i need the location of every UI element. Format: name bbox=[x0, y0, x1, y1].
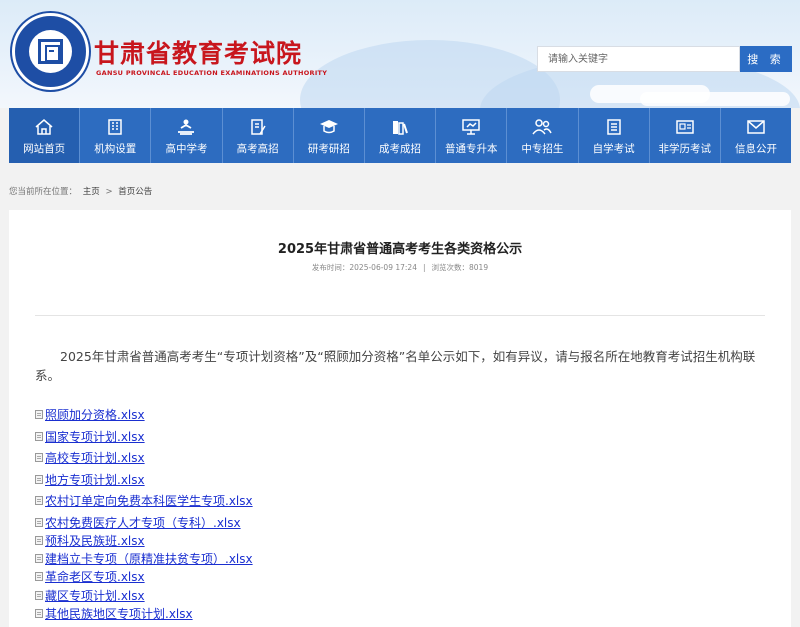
nav-item-organization[interactable]: 机构设置 bbox=[80, 108, 151, 163]
nav-item-label: 成考成招 bbox=[379, 141, 421, 156]
search-input[interactable] bbox=[537, 46, 740, 72]
document-pen-icon bbox=[248, 118, 268, 136]
nav-item-label: 自学考试 bbox=[593, 141, 635, 156]
file-icon bbox=[35, 410, 43, 419]
nav-item-label: 机构设置 bbox=[94, 141, 136, 156]
attachment-item: 农村订单定向免费本科医学生专项.xlsx bbox=[35, 492, 253, 509]
attachment-item: 预科及民族班.xlsx bbox=[35, 532, 145, 549]
article-title: 2025年甘肃省普通高考考生各类资格公示 bbox=[9, 238, 791, 257]
attachment-link[interactable]: 地方专项计划.xlsx bbox=[45, 471, 145, 488]
nav-item-gaokao[interactable]: 高考高招 bbox=[223, 108, 294, 163]
attachment-item: 高校专项计划.xlsx bbox=[35, 449, 145, 466]
notebook-icon bbox=[604, 118, 624, 136]
search-button[interactable]: 搜 索 bbox=[740, 46, 792, 72]
classroom-icon bbox=[461, 118, 481, 136]
file-icon bbox=[35, 453, 43, 462]
attachment-link[interactable]: 农村订单定向免费本科医学生专项.xlsx bbox=[45, 492, 253, 509]
attachment-link[interactable]: 照顾加分资格.xlsx bbox=[45, 406, 145, 423]
file-icon bbox=[35, 432, 43, 441]
file-icon bbox=[35, 609, 43, 618]
nav-item-label: 高中学考 bbox=[165, 141, 207, 156]
main-nav: 网站首页 机构设置 高中学考 高考高招 研考研招 成考成招 普通专升本 中专招生… bbox=[9, 108, 791, 163]
attachment-item: 其他民族地区专项计划.xlsx bbox=[35, 605, 193, 622]
attachment-link[interactable]: 革命老区专项.xlsx bbox=[45, 568, 145, 585]
nav-item-label: 普通专升本 bbox=[445, 141, 498, 156]
view-count: 8019 bbox=[469, 263, 488, 272]
books-icon bbox=[390, 118, 410, 136]
article-meta: 发布时间：2025-06-09 17:24 | 浏览次数：8019 bbox=[9, 262, 791, 273]
publish-time: 2025-06-09 17:24 bbox=[349, 263, 417, 272]
people-icon bbox=[532, 118, 552, 136]
publish-time-label: 发布时间： bbox=[312, 263, 350, 272]
nav-item-label: 高考高招 bbox=[237, 141, 279, 156]
site-header: 甘肃省教育考试院 GANSU PROVINCAL EDUCATION EXAMI… bbox=[0, 0, 800, 108]
site-logo[interactable] bbox=[12, 13, 89, 90]
home-icon bbox=[34, 118, 54, 136]
breadcrumb-announcements-link[interactable]: 首页公告 bbox=[118, 187, 152, 197]
nav-item-upgrade-exam[interactable]: 普通专升本 bbox=[436, 108, 507, 163]
attachment-link[interactable]: 农村免费医疗人才专项（专科）.xlsx bbox=[45, 514, 241, 531]
nav-item-adult-exam[interactable]: 成考成招 bbox=[365, 108, 436, 163]
file-icon bbox=[35, 496, 43, 505]
article-body: 2025年甘肃省普通高考考生“专项计划资格”及“照顾加分资格”名单公示如下，如有… bbox=[35, 347, 777, 385]
nav-item-high-school-exam[interactable]: 高中学考 bbox=[151, 108, 222, 163]
title-divider bbox=[35, 315, 765, 316]
file-icon bbox=[35, 518, 43, 527]
breadcrumb: 您当前所在位置： 主页 > 首页公告 bbox=[9, 185, 155, 197]
site-subtitle: GANSU PROVINCAL EDUCATION EXAMINATIONS A… bbox=[96, 69, 327, 77]
file-icon bbox=[35, 591, 43, 600]
file-icon bbox=[35, 554, 43, 563]
certificate-icon bbox=[675, 118, 695, 136]
file-icon bbox=[35, 475, 43, 484]
study-desk-icon bbox=[176, 118, 196, 136]
attachment-link[interactable]: 建档立卡专项（原精准扶贫专项）.xlsx bbox=[45, 550, 253, 567]
nav-item-label: 网站首页 bbox=[23, 141, 65, 156]
attachment-item: 革命老区专项.xlsx bbox=[35, 568, 145, 585]
seal-emblem-icon bbox=[38, 39, 63, 64]
attachment-item: 农村免费医疗人才专项（专科）.xlsx bbox=[35, 514, 241, 531]
attachment-link[interactable]: 预科及民族班.xlsx bbox=[45, 532, 145, 549]
view-count-label: 浏览次数： bbox=[432, 263, 470, 272]
breadcrumb-home-link[interactable]: 主页 bbox=[83, 187, 100, 197]
attachment-item: 照顾加分资格.xlsx bbox=[35, 406, 145, 423]
site-title: 甘肃省教育考试院 bbox=[94, 34, 302, 70]
meta-separator: | bbox=[423, 263, 426, 272]
nav-item-label: 非学历考试 bbox=[659, 141, 712, 156]
building-icon bbox=[105, 118, 125, 136]
nav-item-info-disclosure[interactable]: 信息公开 bbox=[721, 108, 791, 163]
attachment-link[interactable]: 其他民族地区专项计划.xlsx bbox=[45, 605, 193, 622]
file-icon bbox=[35, 536, 43, 545]
attachment-link[interactable]: 国家专项计划.xlsx bbox=[45, 428, 145, 445]
nav-item-self-study[interactable]: 自学考试 bbox=[579, 108, 650, 163]
attachment-item: 国家专项计划.xlsx bbox=[35, 428, 145, 445]
attachment-item: 地方专项计划.xlsx bbox=[35, 471, 145, 488]
nav-item-vocational[interactable]: 中专招生 bbox=[507, 108, 578, 163]
nav-item-home[interactable]: 网站首页 bbox=[9, 108, 80, 163]
nav-item-postgraduate[interactable]: 研考研招 bbox=[294, 108, 365, 163]
breadcrumb-separator: > bbox=[105, 187, 112, 197]
nav-item-label: 中专招生 bbox=[521, 141, 563, 156]
file-icon bbox=[35, 572, 43, 581]
attachment-link[interactable]: 藏区专项计划.xlsx bbox=[45, 587, 145, 604]
nav-item-non-degree[interactable]: 非学历考试 bbox=[650, 108, 721, 163]
nav-item-label: 研考研招 bbox=[308, 141, 350, 156]
envelope-icon bbox=[746, 118, 766, 136]
article-container: 2025年甘肃省普通高考考生各类资格公示 发布时间：2025-06-09 17:… bbox=[9, 210, 791, 627]
attachment-item: 藏区专项计划.xlsx bbox=[35, 587, 145, 604]
nav-item-label: 信息公开 bbox=[735, 141, 777, 156]
attachment-item: 建档立卡专项（原精准扶贫专项）.xlsx bbox=[35, 550, 253, 567]
attachment-link[interactable]: 高校专项计划.xlsx bbox=[45, 449, 145, 466]
breadcrumb-prefix: 您当前所在位置： bbox=[9, 187, 77, 197]
graduation-cap-icon bbox=[319, 118, 339, 136]
